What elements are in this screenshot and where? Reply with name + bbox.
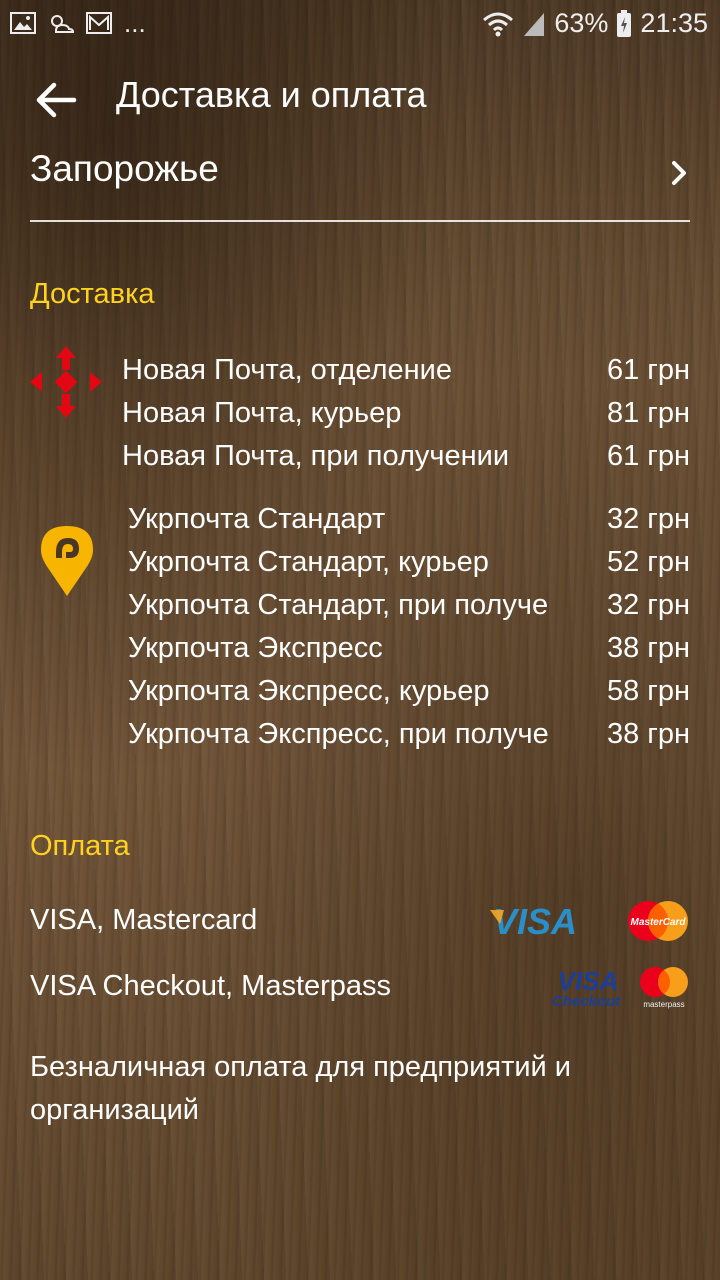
delivery-price: 38 грн	[606, 632, 690, 664]
status-bar: ... 63% 21:35	[0, 0, 720, 52]
city-selector[interactable]: Запорожье	[30, 144, 690, 222]
delivery-name: Новая Почта, отделение	[122, 354, 452, 386]
signal-icon	[524, 12, 545, 36]
list-item[interactable]: Новая Почта, курьер 81 грн	[122, 397, 690, 439]
arrow-left-icon	[36, 82, 77, 118]
delivery-section-title: Доставка	[30, 278, 155, 310]
visa-checkout-logo: VISA Checkout	[544, 964, 628, 1010]
more-notifications: ...	[124, 8, 146, 38]
back-button[interactable]	[28, 72, 84, 128]
wifi-icon	[483, 12, 514, 36]
mail-notification-icon	[86, 12, 112, 34]
visa-logo-text: VISA	[493, 901, 577, 942]
battery-percent: 63%	[554, 8, 609, 38]
payment-method-wallets: VISA Checkout, Masterpass	[30, 970, 392, 1002]
delivery-price: 61 грн	[606, 354, 690, 386]
delivery-name: Укрпочта Стандарт, курьер	[128, 546, 489, 578]
nova-poshta-logo-icon	[30, 346, 102, 418]
visa-logo: VISA	[486, 900, 584, 942]
payment-method-cards: VISA, Mastercard	[30, 904, 258, 936]
visa-checkout-bottom-text: Checkout	[552, 993, 621, 1010]
mastercard-logo-text: MasterCard	[630, 917, 686, 928]
delivery-name: Укрпочта Стандарт, при получении	[128, 589, 550, 621]
payment-section-title: Оплата	[30, 830, 130, 862]
delivery-name: Укрпочта Экспресс	[128, 632, 383, 664]
delivery-name: Новая Почта, курьер	[122, 397, 402, 429]
delivery-price: 61 грн	[606, 440, 690, 472]
masterpass-logo-text: masterpass	[643, 1000, 684, 1009]
list-item[interactable]: Укрпочта Стандарт 32 грн	[128, 503, 690, 545]
image-notification-icon	[10, 12, 36, 34]
battery-icon	[617, 9, 632, 37]
list-item[interactable]: Укрпочта Стандарт, курьер 52 грн	[128, 546, 690, 588]
delivery-price: 81 грн	[606, 397, 690, 429]
weather-notification-icon	[51, 15, 74, 33]
list-item[interactable]: Новая Почта, отделение 61 грн	[122, 354, 690, 396]
delivery-price: 32 грн	[606, 503, 690, 535]
page-title: Доставка и оплата	[116, 74, 427, 115]
delivery-name: Новая Почта, при получении	[122, 440, 510, 472]
list-item[interactable]: Укрпочта Стандарт, при получении 32 грн	[128, 589, 690, 631]
mastercard-logo: MasterCard	[626, 900, 690, 942]
chevron-right-icon	[672, 161, 686, 185]
list-item[interactable]: Укрпочта Экспресс, курьер 58 грн	[128, 675, 690, 717]
delivery-price: 38 грн	[606, 718, 690, 750]
city-label: Запорожье	[30, 148, 219, 189]
list-item[interactable]: Новая Почта, при получении 61 грн	[122, 440, 690, 482]
delivery-name: Укрпочта Экспресс, при получении	[128, 718, 550, 750]
clock: 21:35	[640, 8, 708, 38]
delivery-price: 32 грн	[606, 589, 690, 621]
list-item[interactable]: Укрпочта Экспресс 38 грн	[128, 632, 690, 674]
delivery-name: Укрпочта Экспресс, курьер	[128, 675, 490, 707]
payment-method-cashless: Безналичная оплата для предприятий и орг…	[30, 1051, 572, 1126]
masterpass-logo: masterpass	[636, 964, 692, 1010]
ukrposhta-logo-icon	[41, 526, 93, 596]
visa-checkout-top-text: VISA	[558, 966, 619, 996]
delivery-price: 58 грн	[606, 675, 690, 707]
delivery-name: Укрпочта Стандарт	[128, 503, 386, 535]
list-item[interactable]: Укрпочта Экспресс, при получении 38 грн	[128, 718, 690, 760]
delivery-price: 52 грн	[606, 546, 690, 578]
app-bar: Доставка и оплата	[0, 62, 720, 134]
